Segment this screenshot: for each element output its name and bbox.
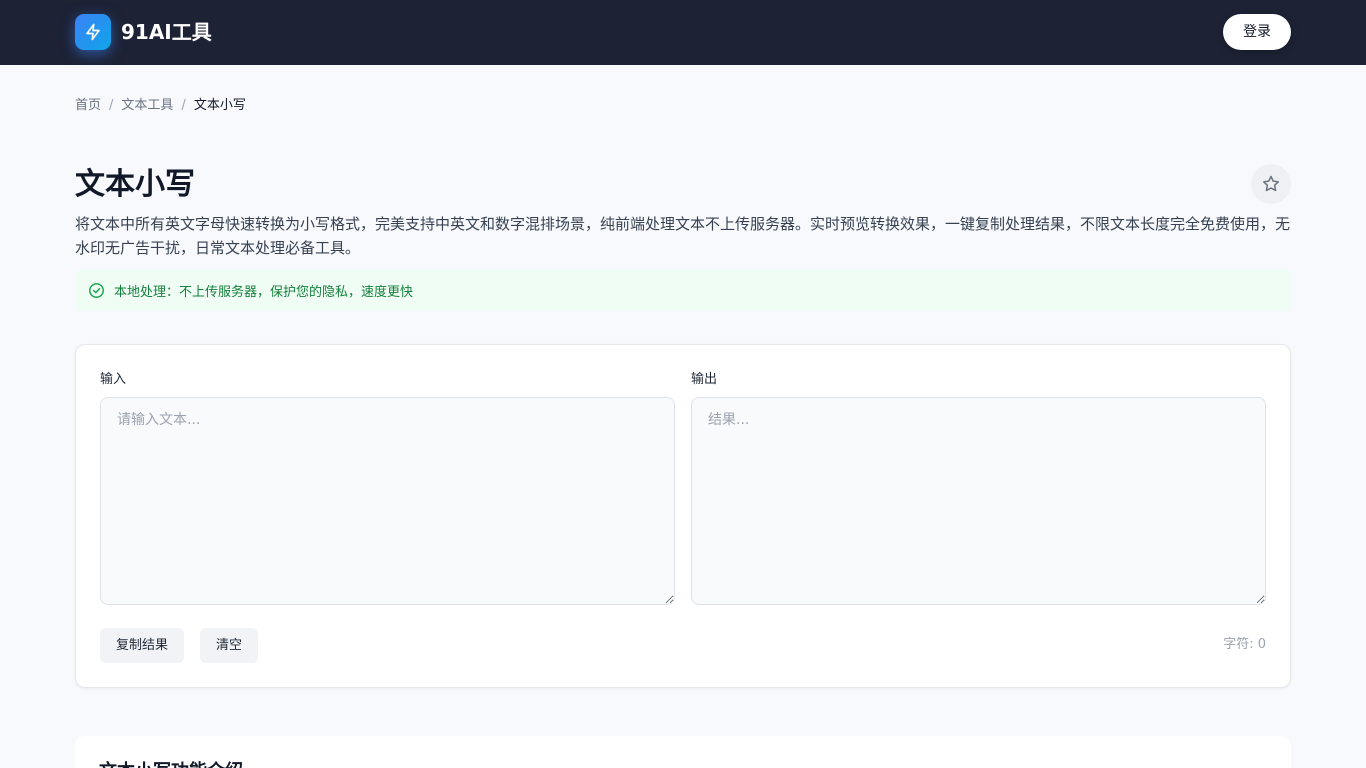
breadcrumb-separator: / xyxy=(181,98,186,113)
tool-card: 输入 输出 复制结果 清空 字符: 0 xyxy=(75,344,1291,688)
top-nav-bar: 91AI工具 登录 xyxy=(0,0,1366,65)
breadcrumb-separator: / xyxy=(109,98,114,113)
page-description: 将文本中所有英文字母快速转换为小写格式，完美支持中英文和数字混排场景，纯前端处理… xyxy=(75,215,1291,257)
breadcrumb-category[interactable]: 文本工具 xyxy=(121,96,173,116)
clear-button[interactable]: 清空 xyxy=(200,628,259,663)
copy-result-button[interactable]: 复制结果 xyxy=(100,628,185,663)
privacy-notice-text: 本地处理：不上传服务器，保护您的隐私，速度更快 xyxy=(114,284,414,300)
check-circle-icon xyxy=(88,282,105,299)
breadcrumb: 首页 / 文本工具 / 文本小写 xyxy=(75,96,246,116)
lightning-icon xyxy=(86,23,100,41)
login-button[interactable]: 登录 xyxy=(1223,14,1291,50)
output-textarea[interactable] xyxy=(691,397,1266,605)
page-title: 文本小写 xyxy=(75,167,195,202)
input-label: 输入 xyxy=(100,372,127,387)
intro-section: 文本小写功能介绍 xyxy=(75,736,1291,768)
output-label: 输出 xyxy=(691,372,718,387)
breadcrumb-home[interactable]: 首页 xyxy=(75,96,101,116)
brand-name[interactable]: 91AI工具 xyxy=(121,19,212,45)
input-textarea[interactable] xyxy=(100,397,675,605)
favorite-button[interactable] xyxy=(1251,164,1291,204)
intro-title: 文本小写功能介绍 xyxy=(99,760,243,768)
breadcrumb-current: 文本小写 xyxy=(193,98,246,113)
char-count: 字符: 0 xyxy=(1223,637,1266,652)
star-icon xyxy=(1262,175,1280,192)
privacy-notice: 本地处理：不上传服务器，保护您的隐私，速度更快 xyxy=(75,269,1291,311)
logo[interactable] xyxy=(75,14,111,50)
